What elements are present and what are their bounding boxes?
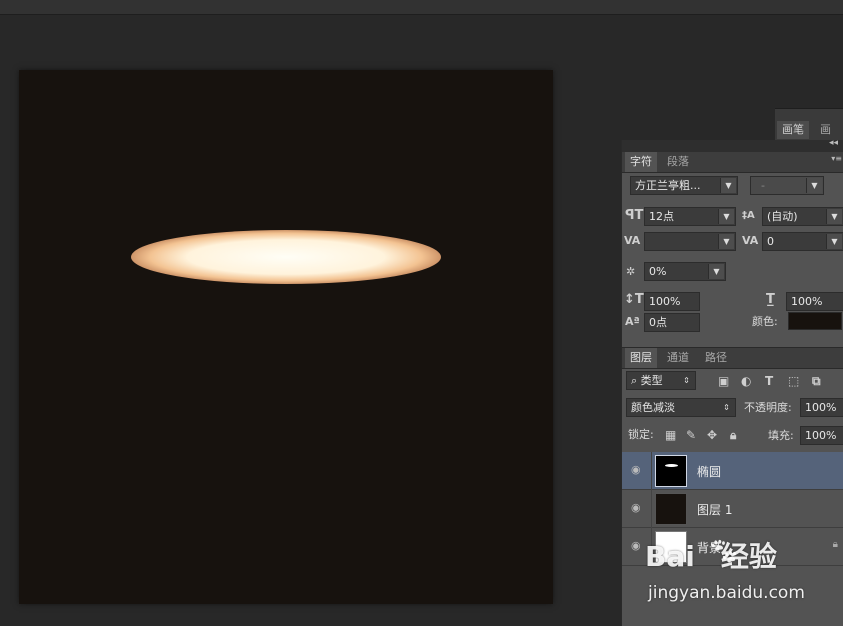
- shape-filter-icon[interactable]: ⬚: [788, 373, 799, 389]
- adjustment-filter-icon[interactable]: ◐: [741, 373, 751, 389]
- lock-label: 锁定:: [628, 428, 654, 441]
- layers-panel-tabs: 图层 通道 路径: [622, 347, 843, 369]
- leading-field[interactable]: (自动) ▼: [762, 207, 843, 226]
- leading-value: (自动): [767, 210, 798, 223]
- eye-visibility-icon[interactable]: ◉: [631, 501, 641, 514]
- fill-field[interactable]: 100%: [800, 426, 843, 445]
- chevron-down-icon: ▼: [826, 209, 842, 224]
- scale-percent-value: 0%: [649, 265, 667, 278]
- font-size-value: 12点: [649, 210, 674, 223]
- document-canvas[interactable]: [19, 70, 553, 604]
- panel-collapse-strip: ◂◂: [622, 138, 843, 152]
- font-style-select[interactable]: - ▼: [750, 176, 824, 195]
- font-family-value: 方正兰亭粗...: [635, 179, 701, 192]
- vertical-scale-icon: ↕T: [624, 292, 644, 307]
- divider: [651, 452, 652, 490]
- baseline-shift-value: 0点: [649, 316, 667, 329]
- tab-character[interactable]: 字符: [625, 152, 657, 172]
- baseline-shift-field[interactable]: 0点: [644, 313, 700, 332]
- collapse-arrows-icon[interactable]: ◂◂: [829, 138, 838, 148]
- chevron-down-icon: ▼: [718, 234, 734, 249]
- horizontal-scale-value: 100%: [791, 295, 823, 308]
- layer-thumbnail: [655, 455, 687, 487]
- tab-brush-presets[interactable]: 画笔: [815, 121, 843, 154]
- vertical-scale-field[interactable]: 100%: [644, 292, 700, 311]
- layer-filter-select[interactable]: ⌕ 类型 ⇕: [626, 371, 696, 390]
- opacity-label: 不透明度:: [744, 401, 792, 414]
- font-style-value: -: [761, 179, 765, 192]
- horizontal-scale-field[interactable]: 100%: [786, 292, 843, 311]
- chevron-down-icon: ▼: [718, 209, 734, 224]
- color-label: 颜色:: [752, 315, 778, 328]
- tab-paths[interactable]: 路径: [700, 348, 732, 368]
- tracking-field[interactable]: 0 ▼: [762, 232, 843, 251]
- tracking-icon: VA: [742, 234, 759, 247]
- text-color-swatch[interactable]: [788, 312, 842, 330]
- glowing-ellipse: [131, 230, 441, 284]
- chevron-updown-icon: ⇕: [723, 403, 730, 412]
- tab-paragraph[interactable]: 段落: [662, 152, 694, 172]
- search-icon: ⌕: [631, 374, 641, 387]
- eye-visibility-icon[interactable]: ◉: [631, 539, 641, 552]
- chevron-updown-icon: ⇕: [683, 376, 690, 385]
- blend-mode-value: 颜色减淡: [631, 401, 675, 414]
- chevron-down-icon: ▼: [708, 264, 724, 279]
- tracking-value: 0: [767, 235, 774, 248]
- pixel-filter-icon[interactable]: ▣: [718, 373, 729, 389]
- lock-all-icon[interactable]: 🔒︎: [730, 427, 736, 443]
- fill-value: 100%: [805, 429, 837, 442]
- layer-row-ellipse[interactable]: ◉ 椭圆: [622, 452, 843, 490]
- scale-percent-field[interactable]: 0% ▼: [644, 262, 726, 281]
- opacity-value: 100%: [805, 401, 837, 414]
- layer-name: 椭圆: [697, 465, 722, 479]
- chevron-down-icon: ▼: [806, 178, 822, 193]
- fill-label: 填充:: [768, 429, 794, 442]
- lock-paint-brush-icon[interactable]: ✎: [686, 427, 696, 443]
- leading-icon: ‡A: [742, 210, 755, 221]
- watermark-url: jingyan.baidu.com: [648, 583, 805, 603]
- eye-visibility-icon[interactable]: ◉: [631, 463, 641, 476]
- chevron-down-icon: ▼: [826, 234, 842, 249]
- lock-position-move-icon[interactable]: ✥: [707, 427, 717, 443]
- layer-row-layer1[interactable]: ◉ 图层 1: [622, 490, 843, 528]
- panel-menu-icon[interactable]: ▾≡: [831, 154, 842, 163]
- tab-layers[interactable]: 图层: [625, 348, 657, 368]
- character-panel-tabs: 字符 段落 ▾≡: [622, 152, 843, 173]
- baseline-shift-icon: Aª: [625, 315, 640, 328]
- paw-logo-icon: 🐾︎: [707, 537, 741, 567]
- chevron-down-icon: ▼: [720, 178, 736, 193]
- type-filter-icon[interactable]: T: [765, 373, 773, 389]
- opacity-field[interactable]: 100%: [800, 398, 843, 417]
- vertical-scale-value: 100%: [649, 295, 681, 308]
- layer-thumbnail: [655, 493, 687, 525]
- horizontal-scale-icon: T̲: [766, 292, 775, 307]
- kerning-icon: VA: [624, 234, 641, 247]
- font-family-select[interactable]: 方正兰亭粗... ▼: [630, 176, 738, 195]
- tsume-icon: ✲: [626, 265, 636, 278]
- smart-object-filter-icon[interactable]: ⧉: [812, 373, 821, 389]
- font-size-icon: ꟼT: [625, 208, 644, 223]
- tab-channels[interactable]: 通道: [662, 348, 694, 368]
- kerning-field[interactable]: ▼: [644, 232, 736, 251]
- layer-name: 图层 1: [697, 503, 733, 517]
- divider: [651, 490, 652, 528]
- font-size-field[interactable]: 12点 ▼: [644, 207, 736, 226]
- options-bar: [0, 0, 843, 15]
- lock-transparency-icon[interactable]: ▦: [665, 427, 676, 443]
- layer-filter-value: 类型: [640, 374, 663, 387]
- brush-panel-tabs: 画笔 画笔: [775, 108, 843, 154]
- tab-brush[interactable]: 画笔: [777, 121, 809, 139]
- baidu-jingyan-watermark: Bai 经验 🐾︎ jingyan.baidu.com: [645, 535, 843, 615]
- blend-mode-select[interactable]: 颜色减淡 ⇕: [626, 398, 736, 417]
